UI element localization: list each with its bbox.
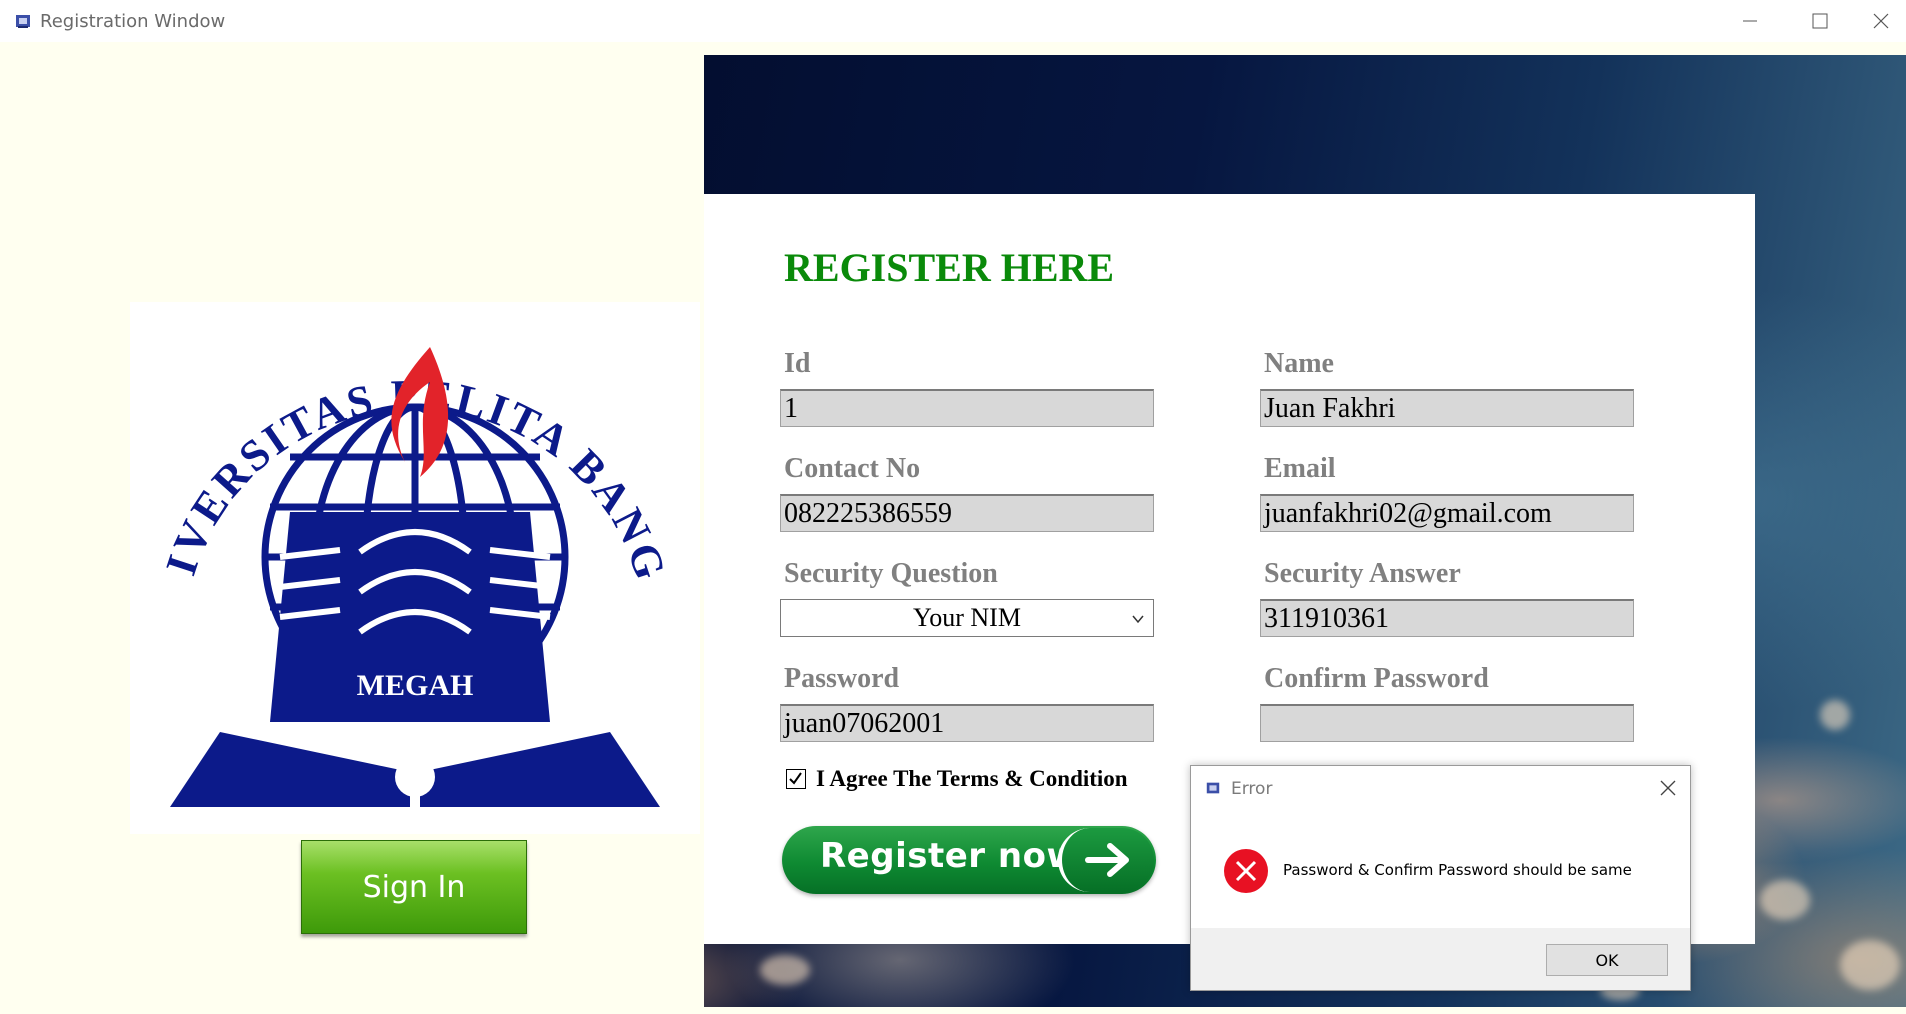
id-field[interactable]: 1	[780, 389, 1154, 427]
confirm-password-label: Confirm Password	[1264, 663, 1489, 694]
terms-label: I Agree The Terms & Condition	[816, 766, 1128, 791]
arrow-right-icon-container	[1058, 828, 1154, 892]
close-button[interactable]	[1856, 0, 1906, 42]
register-button[interactable]: Register now	[782, 826, 1156, 894]
app-icon	[1206, 782, 1220, 794]
terms-checkbox[interactable]	[786, 769, 806, 789]
sign-in-button[interactable]: Sign In	[301, 840, 527, 934]
confirm-password-field[interactable]	[1260, 704, 1634, 742]
password-field[interactable]: juan07062001	[780, 704, 1154, 742]
maximize-icon	[1812, 13, 1828, 29]
contact-label: Contact No	[784, 453, 921, 484]
window-title: Registration Window	[40, 11, 226, 32]
close-icon	[1873, 13, 1889, 29]
email-label: Email	[1264, 453, 1336, 484]
university-logo: UNIVERSITAS PELITA BANGSA	[113, 263, 700, 834]
minimize-icon	[1743, 20, 1757, 22]
terms-checkbox-row[interactable]: I Agree The Terms & Condition	[786, 766, 1128, 792]
logo-motto: MEGAH	[357, 669, 474, 702]
app-icon	[16, 15, 30, 28]
dialog-title: Error	[1231, 779, 1273, 799]
minimize-button[interactable]	[1716, 0, 1784, 42]
dialog-close-icon[interactable]	[1656, 776, 1680, 800]
error-message: Password & Confirm Password should be sa…	[1283, 861, 1632, 879]
ok-button[interactable]: OK	[1546, 944, 1668, 976]
contact-field[interactable]: 082225386559	[780, 494, 1154, 532]
name-label: Name	[1264, 348, 1334, 379]
logo-image: UNIVERSITAS PELITA BANGSA	[113, 263, 673, 807]
bokeh-light	[1760, 880, 1810, 920]
security-answer-field[interactable]: 311910361	[1260, 599, 1634, 637]
security-question-value: Your NIM	[913, 603, 1021, 632]
error-icon	[1224, 849, 1268, 893]
register-button-label: Register now	[820, 836, 1079, 876]
dialog-footer: OK	[1191, 928, 1690, 990]
bokeh-light	[760, 955, 810, 985]
checkmark-icon	[789, 772, 802, 785]
security-question-select[interactable]: Your NIM	[780, 599, 1154, 637]
security-question-label: Security Question	[784, 558, 998, 589]
title-bar: Registration Window	[0, 0, 1906, 42]
chevron-down-icon	[1132, 615, 1144, 624]
name-field[interactable]: Juan Fakhri	[1260, 389, 1634, 427]
error-dialog: Error Password & Confirm Password should…	[1190, 765, 1691, 991]
password-label: Password	[784, 663, 900, 694]
bokeh-light	[1840, 940, 1900, 990]
security-answer-label: Security Answer	[1264, 558, 1461, 589]
bokeh-light	[1820, 700, 1850, 730]
maximize-button[interactable]	[1786, 0, 1854, 42]
page-title: REGISTER HERE	[784, 245, 1115, 290]
id-label: Id	[784, 348, 811, 379]
arrow-right-icon	[1085, 843, 1129, 877]
email-field[interactable]: juanfakhri02@gmail.com	[1260, 494, 1634, 532]
